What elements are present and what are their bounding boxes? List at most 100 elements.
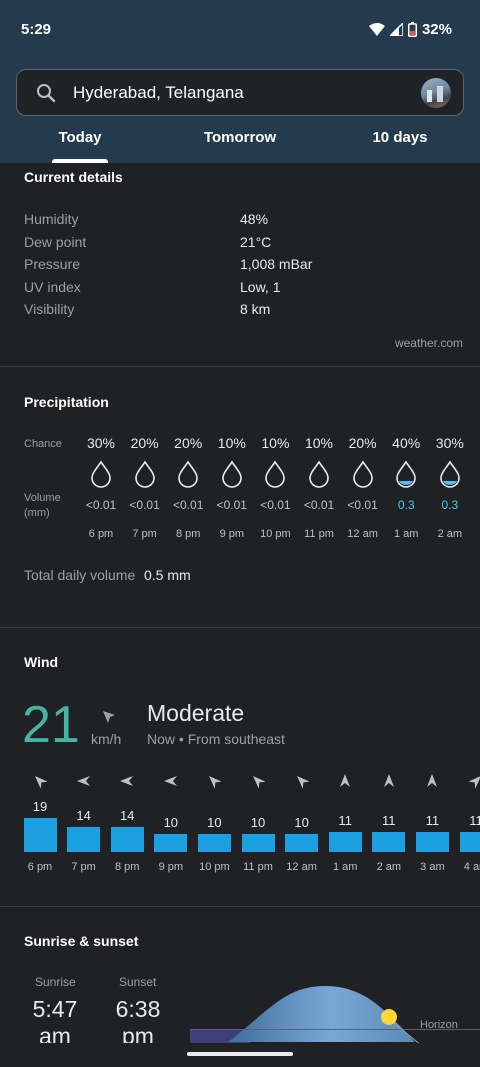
wind-title: Wind — [24, 654, 59, 670]
wind-speed-value: 10 — [207, 815, 222, 830]
wind-bar — [415, 832, 449, 852]
wind-direction-icon — [149, 773, 193, 791]
raindrop-icon — [253, 460, 297, 490]
raindrop-icon — [297, 460, 341, 490]
wind-speed-value: 11 — [338, 813, 352, 829]
wind-time: 7 pm — [71, 861, 96, 873]
wind-speed-value: 10 — [163, 815, 179, 830]
wind-speed-value: 10 — [250, 815, 266, 830]
chance-label: Chance — [24, 438, 62, 450]
precip-volume: <0.01 — [129, 498, 160, 512]
sunrise-sunset-title: Sunrise & sunset — [24, 933, 139, 949]
sunset-label: Sunset — [119, 975, 157, 989]
sunrise-label: Sunrise — [35, 975, 76, 989]
detail-value: 48% — [240, 211, 269, 227]
raindrop-icon — [428, 460, 472, 490]
section-divider — [0, 627, 480, 628]
status-bar: 5:29 32% — [0, 0, 480, 60]
battery-icon — [407, 22, 417, 37]
wind-bar — [285, 834, 319, 852]
wind-direction-icon — [103, 711, 115, 723]
avatar[interactable] — [421, 78, 451, 108]
wind-direction-icon — [323, 773, 367, 791]
wind-bar — [154, 834, 188, 852]
horizon-label: Horizon — [420, 1019, 458, 1031]
detail-value: 21°C — [240, 234, 272, 250]
sun-path-graph — [190, 986, 480, 1050]
wind-bar — [372, 832, 406, 852]
precip-volume: <0.01 — [173, 498, 204, 512]
detail-label: UV index — [24, 279, 81, 295]
home-gesture-handle[interactable] — [187, 1052, 293, 1056]
wind-time: 6 pm — [27, 861, 53, 873]
wind-direction-icon — [454, 773, 480, 791]
tab-tomorrow[interactable]: Tomorrow — [170, 129, 310, 146]
precip-chance: 10% — [261, 435, 290, 451]
wind-time: 3 am — [420, 861, 445, 873]
precip-time: 11 pm — [304, 528, 334, 540]
search-icon[interactable] — [36, 83, 56, 103]
wind-speed-value: 11 — [469, 813, 480, 829]
wind-direction-icon — [410, 773, 454, 791]
navigation-bar — [0, 1043, 480, 1067]
wind-time: 12 am — [286, 861, 317, 873]
total-volume-label: Total daily volume — [24, 567, 136, 583]
volume-label: Volume (mm) — [24, 492, 61, 519]
precip-chance: 40% — [392, 435, 421, 451]
wind-direction-icon — [105, 773, 149, 791]
app-header: 5:29 32% Hyderabad, Telangana Today Tomo… — [0, 0, 480, 163]
section-divider — [0, 906, 480, 907]
sunset-time: 6:38 pm — [115, 996, 161, 1049]
wind-bar — [459, 832, 480, 852]
day-tabs: Today Tomorrow 10 days — [0, 119, 480, 163]
wind-time: 2 am — [376, 861, 402, 873]
wind-speed: 21 — [22, 696, 80, 754]
precip-chance: 20% — [174, 435, 203, 451]
wind-direction-icon — [192, 773, 236, 791]
battery-level: 32% — [421, 21, 452, 38]
wind-description: Moderate — [147, 700, 245, 726]
wind-speed-value: 19 — [32, 799, 48, 815]
precip-volume: <0.01 — [303, 498, 335, 512]
location-name[interactable]: Hyderabad, Telangana — [73, 83, 244, 103]
wind-bar — [197, 834, 231, 852]
tab-10-days[interactable]: 10 days — [330, 129, 470, 146]
tab-indicator — [52, 159, 108, 163]
precip-chance: 10% — [304, 435, 334, 451]
wind-speed-value: 14 — [76, 807, 91, 823]
precip-volume: <0.01 — [260, 498, 291, 512]
precip-volume: 0.3 — [441, 498, 459, 512]
wind-bar — [67, 826, 101, 852]
precip-chance: 10% — [217, 435, 246, 451]
precip-time: 9 pm — [219, 528, 245, 540]
status-time: 5:29 — [21, 21, 52, 38]
wind-speed-value: 14 — [119, 807, 135, 823]
sun-icon — [381, 1009, 397, 1025]
raindrop-icon — [341, 460, 385, 490]
detail-label: Pressure — [24, 256, 81, 272]
wind-direction-icon — [367, 773, 411, 791]
precip-time: 12 am — [347, 528, 378, 540]
data-source-link[interactable]: weather.com — [395, 336, 463, 350]
detail-label: Humidity — [24, 211, 79, 227]
precip-chance: 20% — [348, 435, 377, 451]
precip-time: 2 am — [437, 528, 463, 540]
wind-time: 10 pm — [199, 861, 230, 873]
sunrise-time: 5:47 am — [32, 996, 78, 1049]
wind-speed-value: 11 — [425, 813, 440, 829]
raindrop-icon — [166, 460, 210, 490]
precip-volume: <0.01 — [216, 498, 247, 512]
raindrop-icon — [123, 460, 167, 490]
tab-today[interactable]: Today — [10, 129, 150, 146]
wifi-icon — [368, 23, 385, 36]
wind-time: 9 pm — [158, 861, 184, 873]
wind-time: 8 pm — [114, 861, 140, 873]
precip-chance: 20% — [130, 435, 159, 451]
precip-time: 1 am — [393, 528, 419, 540]
precip-chance: 30% — [86, 435, 116, 451]
wind-subtitle: Now • From southeast — [147, 731, 285, 747]
wind-time: 1 am — [332, 861, 358, 873]
precip-time: 7 pm — [132, 528, 157, 540]
wind-bar — [328, 832, 362, 852]
location-search-bar[interactable]: Hyderabad, Telangana — [16, 69, 464, 116]
